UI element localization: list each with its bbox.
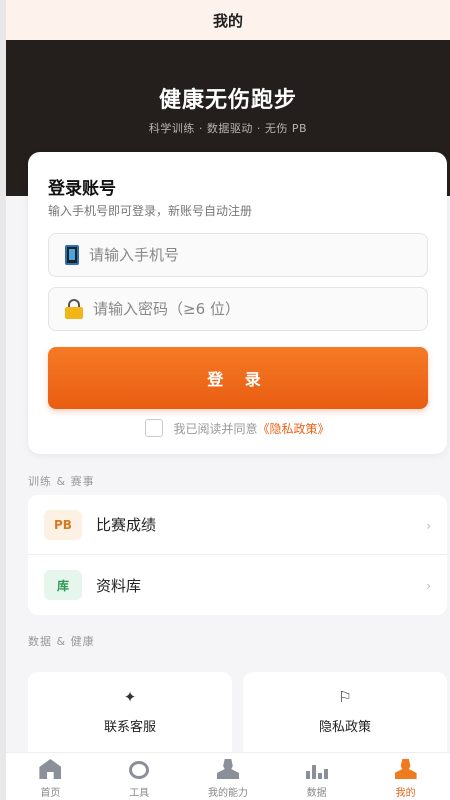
chevron-right-icon: › (426, 579, 431, 593)
hero-title: 健康无伤跑步 (158, 88, 297, 113)
training-list: PB 比赛成绩 › 库 资料库 › (28, 495, 447, 615)
agree-text: 我已阅读并同意 (173, 421, 258, 436)
tile-label: 隐私政策 (318, 720, 371, 735)
lock-icon (65, 299, 83, 319)
me-icon (394, 759, 417, 779)
list-item-label: 比赛成绩 (96, 516, 157, 534)
tab-tools[interactable]: 工具 (95, 753, 184, 800)
data-icon (305, 759, 328, 779)
health-section-label: 数据 & 健康 (28, 635, 95, 648)
phone-input[interactable] (89, 246, 409, 264)
top-bar: 我的 (6, 0, 450, 40)
sparkle-icon: ✦ (123, 688, 137, 706)
home-icon (39, 759, 62, 779)
login-subtitle: 输入手机号即可登录，新账号自动注册 (48, 204, 253, 218)
login-title: 登录账号 (48, 179, 116, 199)
tab-my-ability[interactable]: 我的能力 (184, 753, 273, 800)
hero-subtitle: 科学训练 · 数据驱动 · 无伤 PB (148, 122, 308, 135)
privacy-agreement: 我已阅读并同意 《隐私政策》 (28, 419, 447, 437)
training-section-label: 训练 & 赛事 (28, 475, 95, 488)
chevron-right-icon: › (426, 519, 431, 533)
login-button[interactable]: 登 录 (48, 347, 428, 409)
password-field[interactable] (48, 287, 428, 331)
library-badge: 库 (44, 570, 82, 600)
tab-label: 我的 (395, 788, 416, 799)
pb-badge: PB (44, 509, 82, 540)
tab-me[interactable]: 我的 (361, 753, 450, 800)
password-input[interactable] (93, 300, 413, 318)
bottom-tab-bar: 首页 工具 我的能力 数据 我的 (6, 752, 450, 800)
phone-field[interactable] (48, 233, 428, 277)
tab-data[interactable]: 数据 (272, 753, 361, 800)
phone-icon (65, 245, 79, 265)
login-card: 登录账号 输入手机号即可登录，新账号自动注册 登 录 我已阅读并同意 《隐私政策… (28, 152, 447, 454)
tile-label: 联系客服 (103, 720, 156, 735)
user-icon (216, 759, 239, 779)
tab-label: 工具 (129, 788, 150, 799)
tab-label: 我的能力 (207, 788, 248, 799)
agree-checkbox[interactable] (145, 419, 164, 437)
privacy-policy-link[interactable]: 《隐私政策》 (258, 420, 330, 437)
list-item-race-results[interactable]: PB 比赛成绩 › (28, 495, 447, 555)
flag-icon: ⚐ (338, 688, 352, 706)
app-screen: 我的 健康无伤跑步 科学训练 · 数据驱动 · 无伤 PB 登录账号 输入手机号… (6, 0, 450, 800)
tab-home[interactable]: 首页 (6, 753, 95, 800)
tab-label: 数据 (306, 788, 327, 799)
page-title: 我的 (212, 11, 243, 30)
tool-icon (129, 761, 150, 779)
list-item-library[interactable]: 库 资料库 › (28, 555, 447, 615)
list-item-label: 资料库 (96, 576, 142, 595)
tab-label: 首页 (40, 788, 61, 799)
